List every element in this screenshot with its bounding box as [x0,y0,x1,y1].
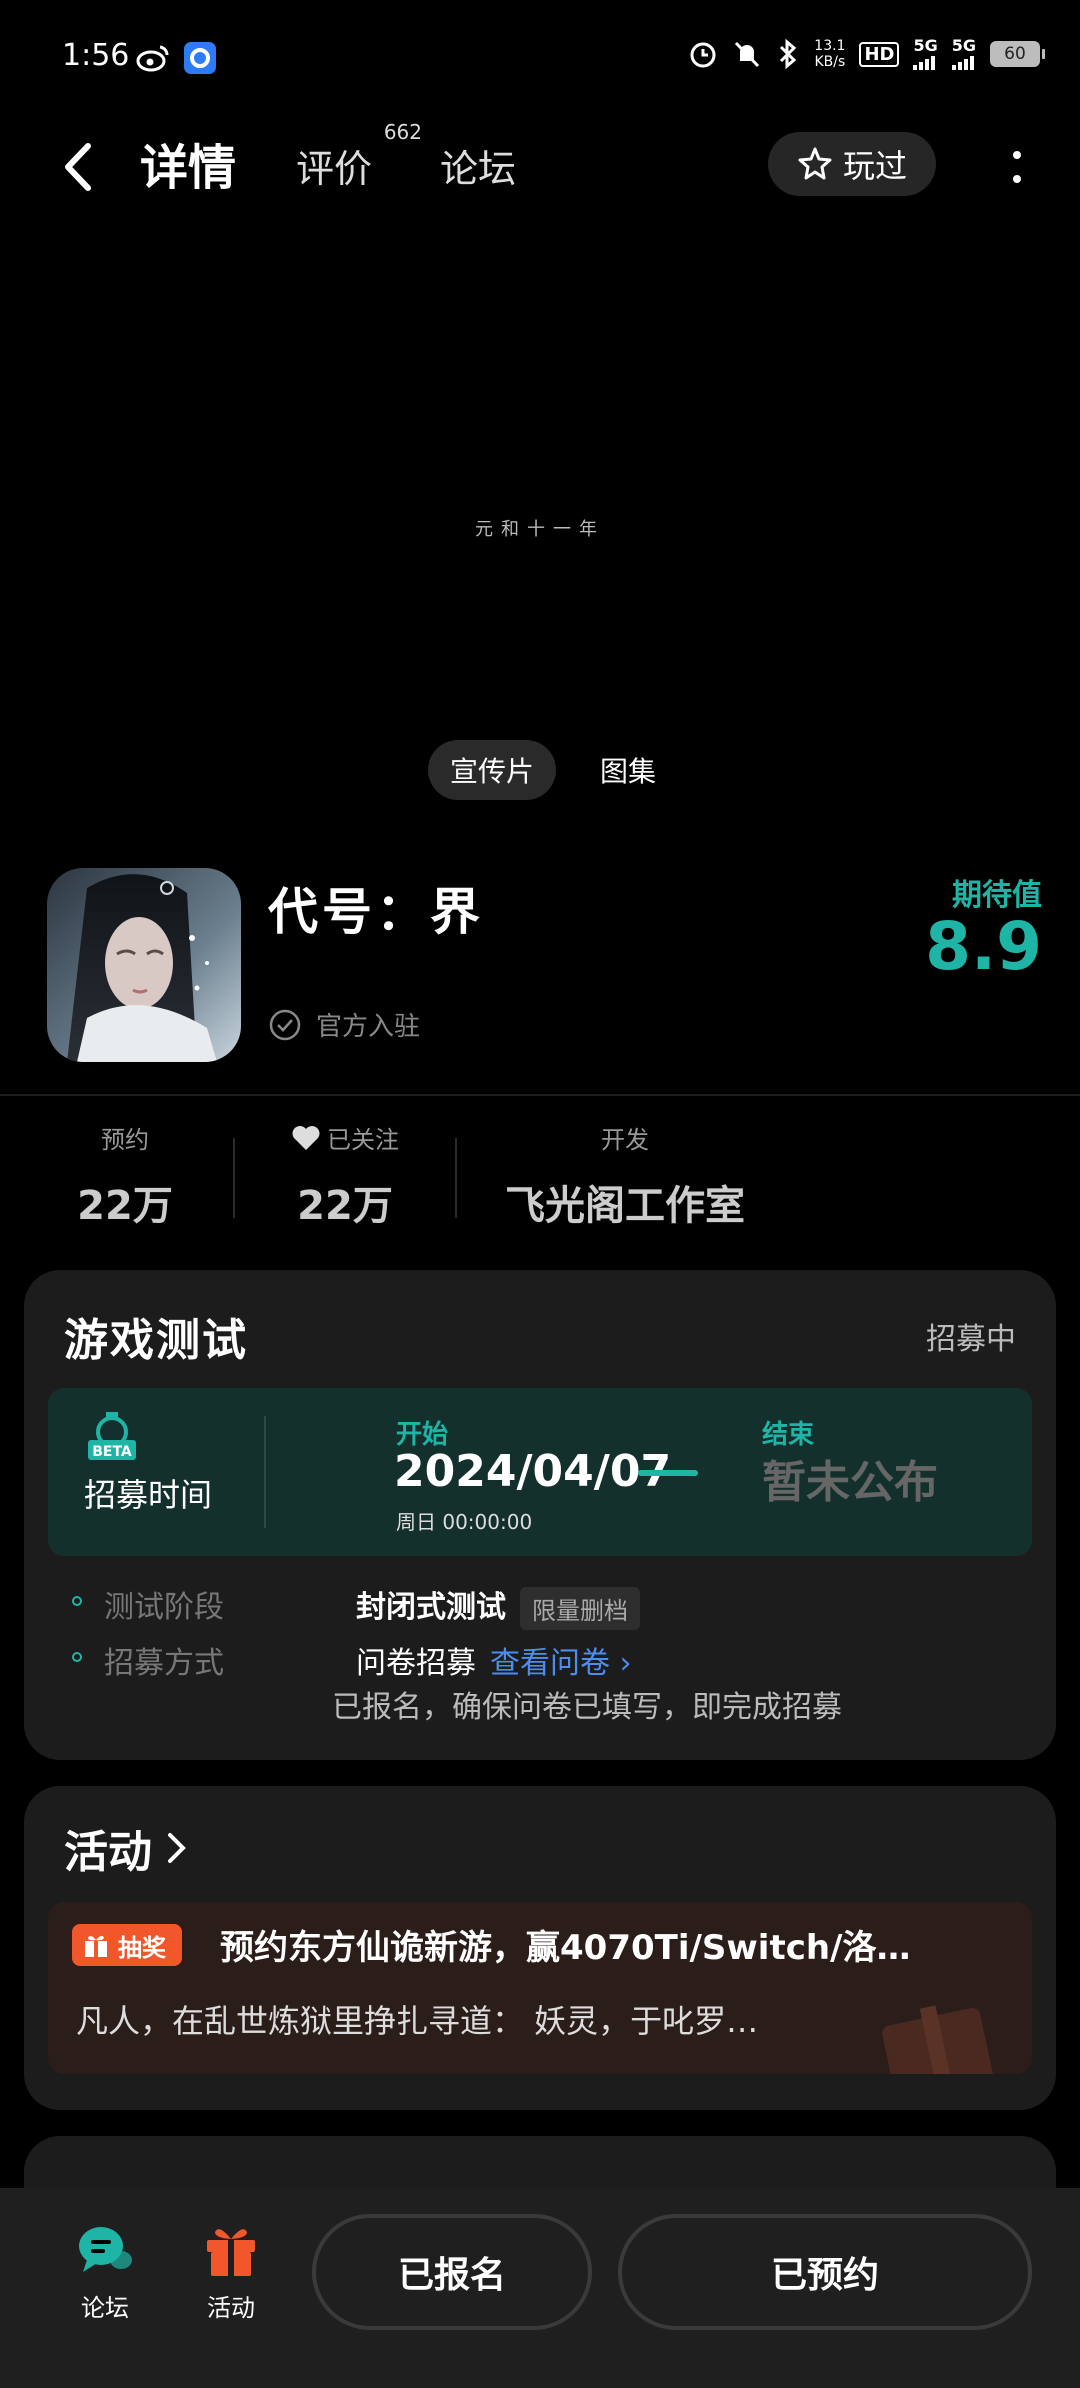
tab-review[interactable]: 评价 662 [296,120,422,193]
game-test-card: 游戏测试 招募中 BETA 招募时间 开始 2024/04/07 周日 00:0… [24,1270,1056,1760]
svg-text:BETA: BETA [92,1444,132,1460]
bottom-bar: 论坛 活动 已报名 已预约 [0,2188,1080,2388]
activity-item[interactable]: 抽奖 预约东方仙诡新游，赢4070Ti/Switch/洛… 凡人，在乱世炼狱里挣… [48,1902,1032,2074]
stat-reservations: 预约 22万 [77,1126,173,1229]
reserved-button[interactable]: 已预约 [618,2214,1032,2330]
tab-forum[interactable]: 论坛 [440,138,516,193]
stats-row: 预约 22万 已关注 22万 开发 飞光阁工作室 [0,1120,1080,1230]
mute-bell-icon [735,41,760,68]
recruit-time-box: BETA 招募时间 开始 2024/04/07 周日 00:00:00 结束 暂… [48,1388,1032,1556]
played-button[interactable]: 玩过 [768,132,936,196]
beta-icon: BETA [88,1412,136,1460]
net-speed-value: 13.1 [814,38,846,54]
media-switch: 宣传片 图集 [428,740,678,800]
game-icon [47,868,241,1062]
heart-icon [292,1125,320,1150]
video-player[interactable]: 元和十一年 宣传片 图集 [0,215,1080,810]
lottery-badge: 抽奖 [72,1924,182,1966]
back-icon[interactable] [60,142,96,192]
recruit-time-label: 招募时间 [84,1476,213,1514]
official-badge: 官方入驻 [268,1006,420,1043]
forum-chat-icon [79,2227,132,2272]
start-date: 2024/04/07 [394,1446,672,1497]
expect-score: 8.9 [925,908,1042,985]
alarm-icon [690,42,716,68]
recruit-note: 已报名，确保问卷已填写，即完成招募 [332,1690,842,1725]
page: 1:56 13.1 KB/s HD 5G 5G 60 详情 评价 662 论坛 … [0,0,1080,2388]
activity-desc: 凡人，在乱世炼狱里挣扎寻道： 妖灵，于叱罗… [76,2002,759,2040]
net-speed-unit: KB/s [814,54,846,70]
stat-followed[interactable]: 已关注 22万 [270,1120,420,1231]
bottom-forum-button[interactable]: 论坛 [60,2222,150,2323]
status-bar: 1:56 13.1 KB/s HD 5G 5G 60 [0,0,1080,110]
limit-tag: 限量删档 [520,1587,640,1630]
chevron-right-icon [168,1833,186,1863]
review-count-badge: 662 [383,120,423,144]
signal-sim2: 5G [951,38,976,70]
activity-card: 活动 抽奖 预约东方仙诡新游，赢4070Ti/Switch/洛… 凡人，在乱世炼… [24,1786,1056,2110]
stat-developer[interactable]: 开发 飞光阁工作室 [470,1120,780,1231]
test-card-title: 游戏测试 [64,1315,248,1366]
media-option-trailer[interactable]: 宣传片 [428,740,557,800]
status-time: 1:56 [62,38,130,73]
activity-title[interactable]: 活动 [64,1816,188,1880]
hd-badge: HD [859,41,900,67]
activity-headline: 预约东方仙诡新游，赢4070Ti/Switch/洛… [220,1928,911,1968]
media-option-gallery[interactable]: 图集 [578,740,678,800]
top-nav: 详情 评价 662 论坛 玩过 [0,120,1080,215]
verified-check-icon [269,1009,301,1040]
registered-button[interactable]: 已报名 [312,2214,592,2330]
arrow-line [638,1470,698,1476]
signal-sim1: 5G [913,38,938,70]
end-value: 暂未公布 [762,1457,938,1508]
gift-icon [85,1935,107,1957]
video-caption: 元和十一年 [475,519,605,540]
gift-box-icon [207,2229,255,2276]
game-title: 代号：界 [268,883,484,941]
weibo-icon [136,45,169,72]
bluetooth-icon [780,39,797,69]
battery-indicator: 60 [990,41,1045,67]
star-icon [798,147,832,180]
recruit-status: 招募中 [926,1322,1016,1357]
view-questionnaire-link[interactable]: 查看问卷 › [490,1646,632,1681]
tab-detail[interactable]: 详情 [134,128,243,198]
app-notification-icon [184,42,216,74]
start-time: 周日 00:00:00 [396,1510,533,1534]
game-header: 代号：界 官方入驻 期待值 8.9 [0,868,1080,1068]
bottom-activity-button[interactable]: 活动 [186,2222,276,2323]
more-options-icon[interactable] [1012,150,1022,184]
divider [0,1094,1080,1096]
